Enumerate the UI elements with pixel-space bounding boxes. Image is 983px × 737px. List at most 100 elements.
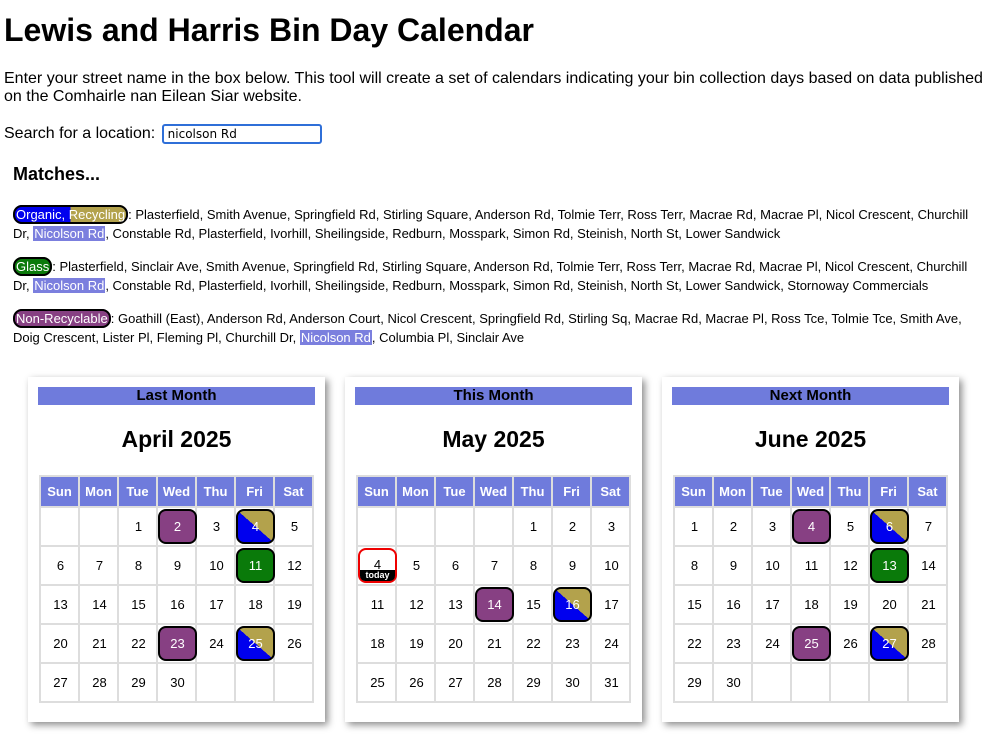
day-cell: 18 — [234, 584, 275, 625]
organic-recycling-badge: Organic, Recycling — [13, 205, 129, 224]
search-row: Search for a location: — [4, 122, 322, 146]
day-cell: 20 — [434, 623, 475, 664]
day-number: 16 — [726, 597, 741, 612]
empty-cell — [234, 662, 275, 703]
day-number: 28 — [921, 636, 936, 651]
day-cell: 18 — [356, 623, 397, 664]
day-number: 6 — [451, 558, 460, 573]
day-number: 23 — [726, 636, 741, 651]
day-number: 25 — [370, 675, 385, 690]
weekday-header: Fri — [234, 475, 275, 508]
day-cell: 26 — [829, 623, 870, 664]
empty-cell — [868, 662, 909, 703]
week-row: 27 28 29 30 — [39, 662, 314, 703]
day-number: 18 — [370, 636, 385, 651]
day-number: 28 — [487, 675, 502, 690]
day-cell: 11 — [356, 584, 397, 625]
day-number: 17 — [209, 597, 224, 612]
day-cell: 22 — [673, 623, 714, 664]
day-cell: 14 — [907, 545, 948, 586]
day-number: 1 — [690, 519, 699, 534]
location-search-input[interactable] — [161, 123, 322, 144]
day-number: 9 — [173, 558, 182, 573]
day-number: 17 — [604, 597, 619, 612]
day-number: 22 — [131, 636, 146, 651]
day-cell: 5 — [273, 506, 314, 547]
day-cell: 12 — [395, 584, 436, 625]
day-cell: 21 — [907, 584, 948, 625]
non-recyclable-day: 23 — [158, 626, 197, 661]
empty-cell — [356, 506, 397, 547]
day-cell: 26 — [395, 662, 436, 703]
day-cell: 20 — [39, 623, 80, 664]
day-cell: 8 — [117, 545, 158, 586]
day-number: 11 — [370, 597, 385, 612]
organic-recycling-day: 16 — [553, 587, 592, 622]
day-cell: 11 — [790, 545, 831, 586]
day-number: 8 — [529, 558, 538, 573]
match-highlight: Nicolson Rd — [33, 278, 106, 293]
weekday-header: Mon — [712, 475, 753, 508]
day-cell: 19 — [273, 584, 314, 625]
day-number: 30 — [565, 675, 580, 690]
empty-cell — [829, 662, 870, 703]
day-cell: 28 — [907, 623, 948, 664]
day-cell: 6 — [39, 545, 80, 586]
non-recyclable-day: 2 — [158, 509, 197, 544]
calendar-this-month: This Month May 2025 Sun Mon Tue Wed Thu Fri Sa… — [345, 377, 642, 722]
weekday-header: Sun — [356, 475, 397, 508]
organic-recycling-day: 25 — [236, 626, 275, 661]
day-number: 30 — [170, 675, 185, 690]
weekday-header: Wed — [473, 475, 514, 508]
day-cell: 11 — [234, 545, 275, 586]
match-non-recyclable: Non-Recyclable: Goathill (East), Anderso… — [13, 309, 975, 347]
day-cell: 13 — [39, 584, 80, 625]
empty-cell — [195, 662, 236, 703]
day-number: 15 — [526, 597, 541, 612]
weekday-header: Thu — [195, 475, 236, 508]
day-cell: 23 — [156, 623, 197, 664]
day-number: 2 — [729, 519, 738, 534]
day-cell: 25 — [234, 623, 275, 664]
day-number: 3 — [768, 519, 777, 534]
weekday-header: Thu — [829, 475, 870, 508]
calendar-month-title: May 2025 — [442, 426, 545, 452]
glass-day: 13 — [870, 548, 909, 583]
weekday-header: Fri — [868, 475, 909, 508]
weekday-header: Sat — [590, 475, 631, 508]
day-number: 31 — [604, 675, 619, 690]
day-cell: 5 — [829, 506, 870, 547]
calendar-heading: Next Month — [672, 387, 949, 405]
day-number: 10 — [209, 558, 224, 573]
week-row: 11 12 13 14 15 16 17 — [356, 584, 631, 625]
day-number: 29 — [526, 675, 541, 690]
day-cell: 27 — [868, 623, 909, 664]
weekday-header: Thu — [512, 475, 553, 508]
day-cell: 14 — [78, 584, 119, 625]
day-number: 13 — [53, 597, 68, 612]
day-cell: 7 — [78, 545, 119, 586]
day-number: 27 — [53, 675, 68, 690]
day-cell: 17 — [751, 584, 792, 625]
day-number: 1 — [529, 519, 538, 534]
day-number: 24 — [604, 636, 619, 651]
non-recyclable-badge: Non-Recyclable — [13, 309, 111, 328]
day-cell: 16 — [551, 584, 592, 625]
day-cell: 1 — [673, 506, 714, 547]
empty-cell — [273, 662, 314, 703]
day-cell: 16 — [156, 584, 197, 625]
week-row: 12345 — [39, 506, 314, 547]
day-cell: 29 — [673, 662, 714, 703]
day-number: 12 — [287, 558, 302, 573]
day-cell: 17 — [590, 584, 631, 625]
day-number: 29 — [687, 675, 702, 690]
day-cell: 2 — [712, 506, 753, 547]
weekday-header-row: Sun Mon Tue Wed Thu Fri Sat — [39, 475, 314, 508]
empty-cell — [473, 506, 514, 547]
day-cell: 24 — [195, 623, 236, 664]
day-number: 12 — [409, 597, 424, 612]
day-number: 28 — [92, 675, 107, 690]
day-cell: 16 — [712, 584, 753, 625]
match-organic-recycling: Organic, Recycling: Plasterfield, Smith … — [13, 205, 975, 243]
calendar-grid: Sun Mon Tue Wed Thu Fri Sat 1 2 3 4 today 5 6 7 8 9 10 11 1… — [356, 475, 631, 703]
